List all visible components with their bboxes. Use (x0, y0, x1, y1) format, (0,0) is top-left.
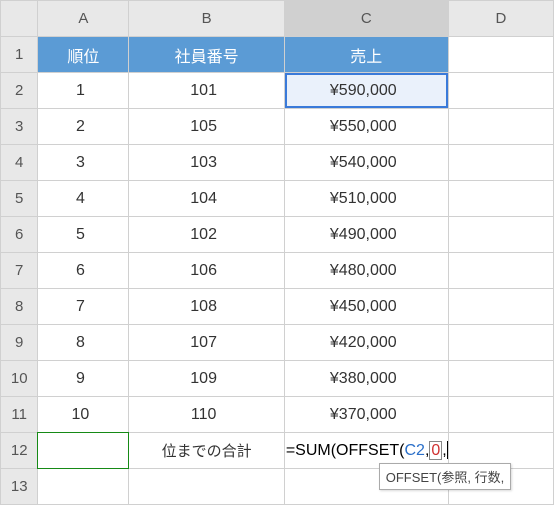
cell-D5[interactable] (448, 181, 553, 217)
row-header-13[interactable]: 13 (1, 469, 38, 505)
cell-B4[interactable]: 103 (129, 145, 284, 181)
cell-C8[interactable]: ¥450,000 (284, 289, 448, 325)
cell-D11[interactable] (448, 397, 553, 433)
cell-D9[interactable] (448, 325, 553, 361)
cell-C3[interactable]: ¥550,000 (284, 109, 448, 145)
header-C1[interactable]: 売上 (284, 37, 448, 73)
row-header-1[interactable]: 1 (1, 37, 38, 73)
row-header-4[interactable]: 4 (1, 145, 38, 181)
cell-A10[interactable]: 9 (38, 361, 129, 397)
row-header-11[interactable]: 11 (1, 397, 38, 433)
cell-B13[interactable] (129, 469, 284, 505)
cell-A11[interactable]: 10 (38, 397, 129, 433)
cell-D6[interactable] (448, 217, 553, 253)
row-header-3[interactable]: 3 (1, 109, 38, 145)
cell-D3[interactable] (448, 109, 553, 145)
text-cursor (447, 441, 448, 459)
header-B1[interactable]: 社員番号 (129, 37, 284, 73)
cell-C10[interactable]: ¥380,000 (284, 361, 448, 397)
cell-C6[interactable]: ¥490,000 (284, 217, 448, 253)
cell-A6[interactable]: 5 (38, 217, 129, 253)
cell-D12[interactable]: OFFSET(参照, 行数, (448, 433, 553, 469)
cell-C11[interactable]: ¥370,000 (284, 397, 448, 433)
row-header-7[interactable]: 7 (1, 253, 38, 289)
row-header-8[interactable]: 8 (1, 289, 38, 325)
cell-B2[interactable]: 101 (129, 73, 284, 109)
row-header-9[interactable]: 9 (1, 325, 38, 361)
col-header-B[interactable]: B (129, 1, 284, 37)
spreadsheet-grid[interactable]: A B C D 1 順位 社員番号 売上 2 1 101 ¥590,000 3 … (0, 0, 554, 505)
row-header-6[interactable]: 6 (1, 217, 38, 253)
cell-D4[interactable] (448, 145, 553, 181)
cell-B10[interactable]: 109 (129, 361, 284, 397)
header-A1[interactable]: 順位 (38, 37, 129, 73)
row-header-12[interactable]: 12 (1, 433, 38, 469)
cell-D2[interactable] (448, 73, 553, 109)
cell-C2[interactable]: ¥590,000 (284, 73, 448, 109)
cell-A7[interactable]: 6 (38, 253, 129, 289)
formula-ref-C2: C2 (404, 442, 424, 459)
formula-text: =SUM(OFFSET( (286, 442, 405, 459)
cell-B5[interactable]: 104 (129, 181, 284, 217)
cell-B8[interactable]: 108 (129, 289, 284, 325)
formula-zero: 0 (429, 441, 442, 460)
cell-A5[interactable]: 4 (38, 181, 129, 217)
cell-D10[interactable] (448, 361, 553, 397)
cell-B3[interactable]: 105 (129, 109, 284, 145)
cell-D1[interactable] (448, 37, 553, 73)
cell-B11[interactable]: 110 (129, 397, 284, 433)
cell-B9[interactable]: 107 (129, 325, 284, 361)
row-header-10[interactable]: 10 (1, 361, 38, 397)
col-header-C[interactable]: C (284, 1, 448, 37)
cell-A3[interactable]: 2 (38, 109, 129, 145)
cell-A8[interactable]: 7 (38, 289, 129, 325)
cell-A12[interactable] (38, 433, 129, 469)
cell-C4[interactable]: ¥540,000 (284, 145, 448, 181)
cell-B12[interactable]: 位までの合計 (129, 433, 284, 469)
cell-A13[interactable] (38, 469, 129, 505)
cell-A9[interactable]: 8 (38, 325, 129, 361)
cell-D7[interactable] (448, 253, 553, 289)
cell-A2[interactable]: 1 (38, 73, 129, 109)
cell-C5[interactable]: ¥510,000 (284, 181, 448, 217)
cell-D8[interactable] (448, 289, 553, 325)
col-header-D[interactable]: D (448, 1, 553, 37)
formula-tooltip: OFFSET(参照, 行数, (379, 463, 511, 490)
row-header-2[interactable]: 2 (1, 73, 38, 109)
row-header-5[interactable]: 5 (1, 181, 38, 217)
cell-C9[interactable]: ¥420,000 (284, 325, 448, 361)
corner-cell[interactable] (1, 1, 38, 37)
cell-A4[interactable]: 3 (38, 145, 129, 181)
cell-C7[interactable]: ¥480,000 (284, 253, 448, 289)
col-header-A[interactable]: A (38, 1, 129, 37)
cell-B6[interactable]: 102 (129, 217, 284, 253)
cell-B7[interactable]: 106 (129, 253, 284, 289)
